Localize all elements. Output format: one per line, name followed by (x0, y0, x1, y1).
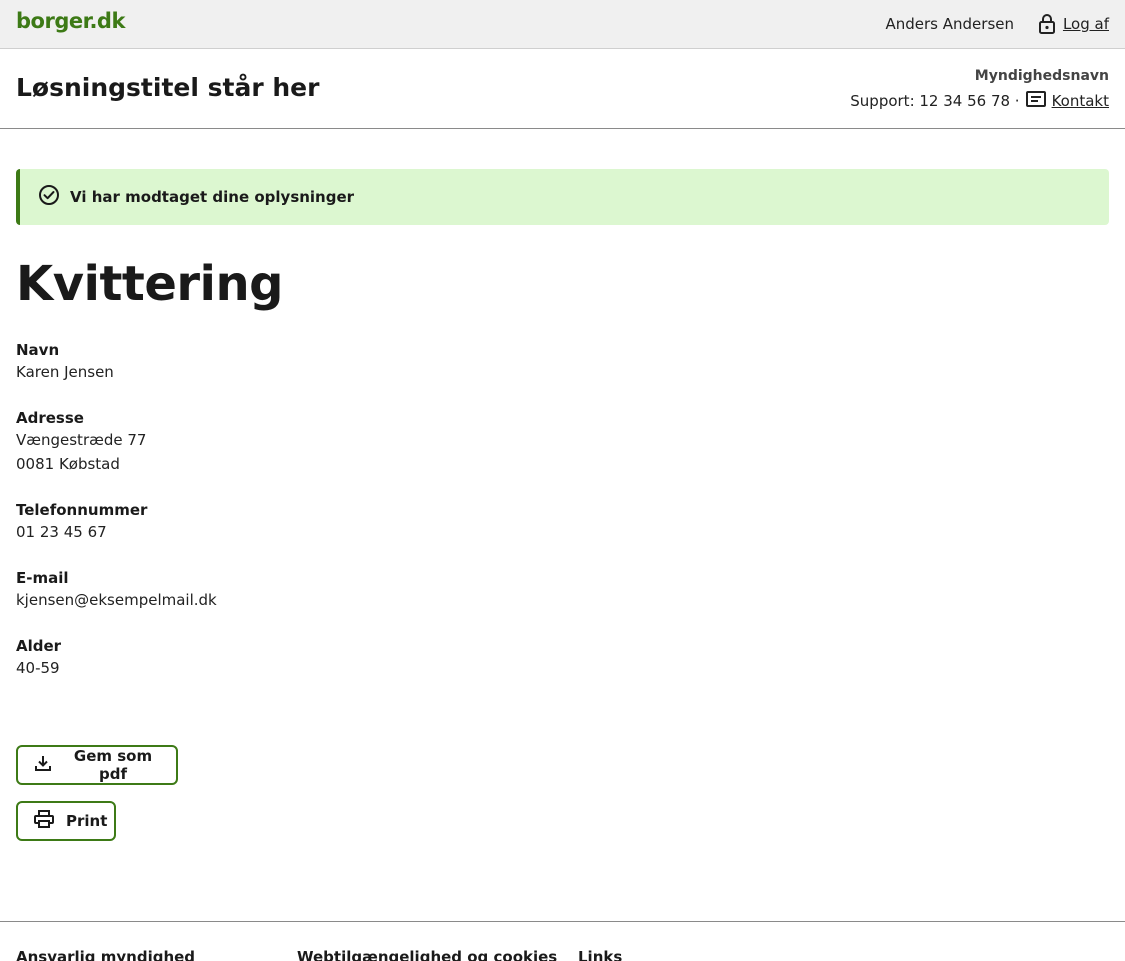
field-label: Telefonnummer (16, 501, 148, 519)
borger-dk-logo[interactable]: borger.dk (16, 9, 125, 33)
logout-label: Log af (1062, 15, 1109, 33)
footer-heading-links: Links (578, 948, 623, 961)
lock-icon (1038, 13, 1056, 35)
save-pdf-label: Gem som pdf (73, 747, 153, 783)
field-label: Navn (16, 341, 60, 359)
printer-icon (34, 810, 54, 832)
top-bar: borger.dk Anders Andersen Log af (0, 0, 1125, 49)
check-circle-icon (38, 184, 60, 210)
field-label: E-mail (16, 569, 69, 587)
receipt-details: Navn Karen Jensen Adresse Vængestræde 77… (16, 340, 616, 704)
field-age: Alder 40-59 (16, 636, 616, 680)
field-value: 0081 Købstad (16, 455, 120, 473)
field-label: Adresse (16, 409, 84, 427)
field-label: Alder (16, 637, 62, 655)
support-phone: Support: 12 34 56 78 · (850, 92, 1020, 110)
authority-name: Myndighedsnavn (974, 68, 1109, 84)
logged-in-user-name: Anders Andersen (885, 15, 1014, 33)
print-label: Print (66, 812, 108, 830)
footer-heading-authority: Ansvarlig myndighed (16, 948, 196, 961)
solution-title: Løsningstitel står her (16, 73, 320, 102)
solution-header: Løsningstitel står her Myndighedsnavn Su… (0, 49, 1125, 129)
page-heading: Kvittering (16, 256, 284, 312)
save-pdf-button[interactable]: Gem som pdf (16, 745, 178, 785)
field-value: Karen Jensen (16, 363, 114, 381)
support-line: Support: 12 34 56 78 · Kontakt (850, 91, 1109, 111)
footer-heading-accessibility: Webtilgængelighed og cookies (297, 948, 558, 961)
success-alert: Vi har modtaget dine oplysninger (16, 169, 1109, 225)
field-value: 01 23 45 67 (16, 523, 107, 541)
field-value: 40-59 (16, 659, 60, 677)
alert-message: Vi har modtaget dine oplysninger (70, 188, 355, 206)
field-address: Adresse Vængestræde 77 0081 Købstad (16, 408, 616, 476)
field-phone: Telefonnummer 01 23 45 67 (16, 500, 616, 544)
field-name: Navn Karen Jensen (16, 340, 616, 384)
print-button[interactable]: Print (16, 801, 116, 841)
field-email: E-mail kjensen@eksempelmail.dk (16, 568, 616, 612)
contact-link[interactable]: Kontakt (1025, 91, 1109, 111)
footer: Ansvarlig myndighed Webtilgængelighed og… (0, 921, 1125, 961)
download-icon (34, 754, 52, 776)
message-icon (1025, 91, 1046, 111)
field-value: Vængestræde 77 (16, 431, 147, 449)
logout-link[interactable]: Log af (1038, 13, 1109, 35)
field-value: kjensen@eksempelmail.dk (16, 591, 217, 609)
contact-label: Kontakt (1051, 92, 1109, 110)
